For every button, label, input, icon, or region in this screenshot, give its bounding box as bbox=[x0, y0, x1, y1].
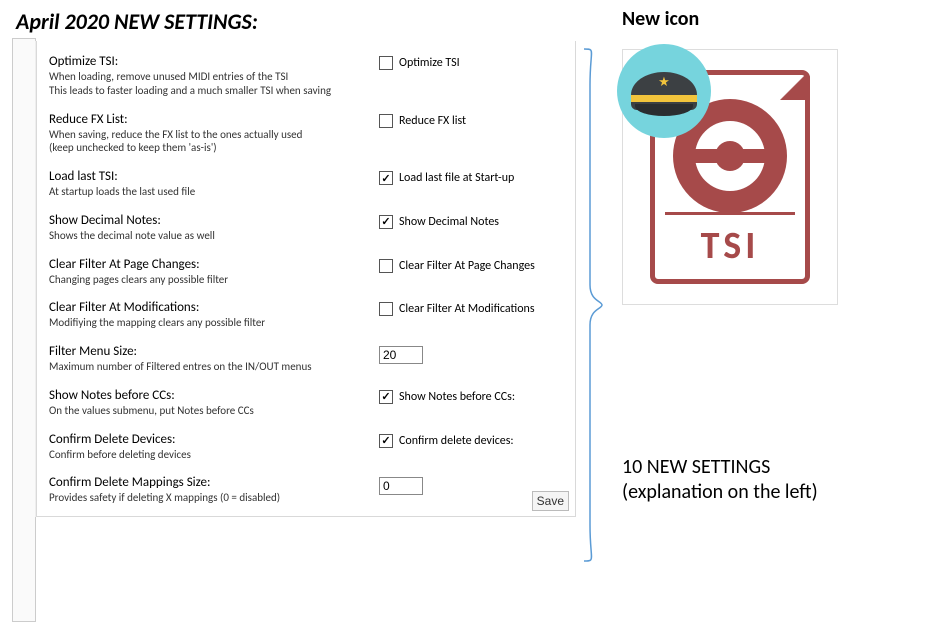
text-input[interactable] bbox=[379, 346, 423, 364]
captain-hat-icon bbox=[617, 44, 711, 138]
setting-desc: Confirm before deleting devices bbox=[49, 448, 371, 462]
checkbox[interactable] bbox=[379, 114, 393, 128]
setting-name: Show Notes before CCs: bbox=[49, 388, 371, 403]
checkbox[interactable] bbox=[379, 434, 393, 448]
setting-row: Clear Filter At Page Changes:Changing pa… bbox=[49, 250, 563, 294]
setting-row: Reduce FX List:When saving, reduce the F… bbox=[49, 105, 563, 163]
new-icon-heading: New icon bbox=[622, 7, 902, 31]
setting-name: Filter Menu Size: bbox=[49, 344, 371, 359]
setting-row: Show Notes before CCs:On the values subm… bbox=[49, 381, 563, 425]
checkbox[interactable] bbox=[379, 302, 393, 316]
setting-name: Show Decimal Notes: bbox=[49, 213, 371, 228]
setting-name: Load last TSI: bbox=[49, 169, 371, 184]
setting-name: Clear Filter At Modifications: bbox=[49, 300, 371, 315]
text-input[interactable] bbox=[379, 477, 423, 495]
setting-desc: When saving, reduce the FX list to the o… bbox=[49, 128, 371, 156]
checkbox[interactable] bbox=[379, 215, 393, 229]
checkbox[interactable] bbox=[379, 171, 393, 185]
setting-name: Confirm Delete Mappings Size: bbox=[49, 475, 371, 490]
setting-desc: Modifiying the mapping clears any possib… bbox=[49, 316, 371, 330]
setting-desc: Changing pages clears any possible filte… bbox=[49, 273, 371, 287]
setting-desc: When loading, remove unused MIDI entries… bbox=[49, 70, 371, 98]
brace-icon bbox=[580, 45, 604, 565]
setting-desc: Maximum number of Filtered entres on the… bbox=[49, 360, 371, 374]
checkbox[interactable] bbox=[379, 259, 393, 273]
checkbox-label: Clear Filter At Page Changes bbox=[399, 259, 535, 273]
setting-row: Show Decimal Notes:Shows the decimal not… bbox=[49, 206, 563, 250]
checkbox-label: Reduce FX list bbox=[399, 114, 466, 128]
setting-desc: On the values submenu, put Notes before … bbox=[49, 404, 371, 418]
setting-name: Optimize TSI: bbox=[49, 54, 371, 69]
setting-name: Clear Filter At Page Changes: bbox=[49, 257, 371, 272]
checkbox-label: Show Decimal Notes bbox=[399, 215, 499, 229]
checkbox-label: Clear Filter At Modifications bbox=[399, 302, 535, 316]
setting-name: Reduce FX List: bbox=[49, 112, 371, 127]
setting-row: Confirm Delete Devices:Confirm before de… bbox=[49, 425, 563, 469]
checkbox-label: Show Notes before CCs: bbox=[399, 390, 515, 404]
setting-name: Confirm Delete Devices: bbox=[49, 432, 371, 447]
checkbox[interactable] bbox=[379, 56, 393, 70]
checkbox-label: Load last file at Start-up bbox=[399, 171, 514, 185]
setting-row: Filter Menu Size:Maximum number of Filte… bbox=[49, 337, 563, 381]
setting-row: Clear Filter At Modifications:Modifiying… bbox=[49, 293, 563, 337]
settings-panel: Optimize TSI:When loading, remove unused… bbox=[36, 41, 576, 517]
caption: 10 NEW SETTINGS (explanation on the left… bbox=[622, 455, 902, 505]
checkbox-label: Optimize TSI bbox=[399, 56, 460, 70]
setting-row: Optimize TSI:When loading, remove unused… bbox=[49, 47, 563, 105]
caption-line2: (explanation on the left) bbox=[622, 480, 902, 505]
setting-desc: At startup loads the last used file bbox=[49, 185, 371, 199]
setting-desc: Provides safety if deleting X mappings (… bbox=[49, 491, 371, 505]
checkbox-label: Confirm delete devices: bbox=[399, 434, 514, 448]
setting-desc: Shows the decimal note value as well bbox=[49, 229, 371, 243]
tsi-file-icon: TSI bbox=[622, 49, 838, 305]
setting-row: Load last TSI:At startup loads the last … bbox=[49, 162, 563, 206]
setting-row: Confirm Delete Mappings Size:Provides sa… bbox=[49, 468, 563, 512]
save-button[interactable]: Save bbox=[532, 491, 569, 511]
tsi-label: TSI bbox=[665, 212, 795, 269]
left-panel-sliver bbox=[12, 38, 36, 622]
checkbox[interactable] bbox=[379, 390, 393, 404]
caption-line1: 10 NEW SETTINGS bbox=[622, 455, 902, 480]
